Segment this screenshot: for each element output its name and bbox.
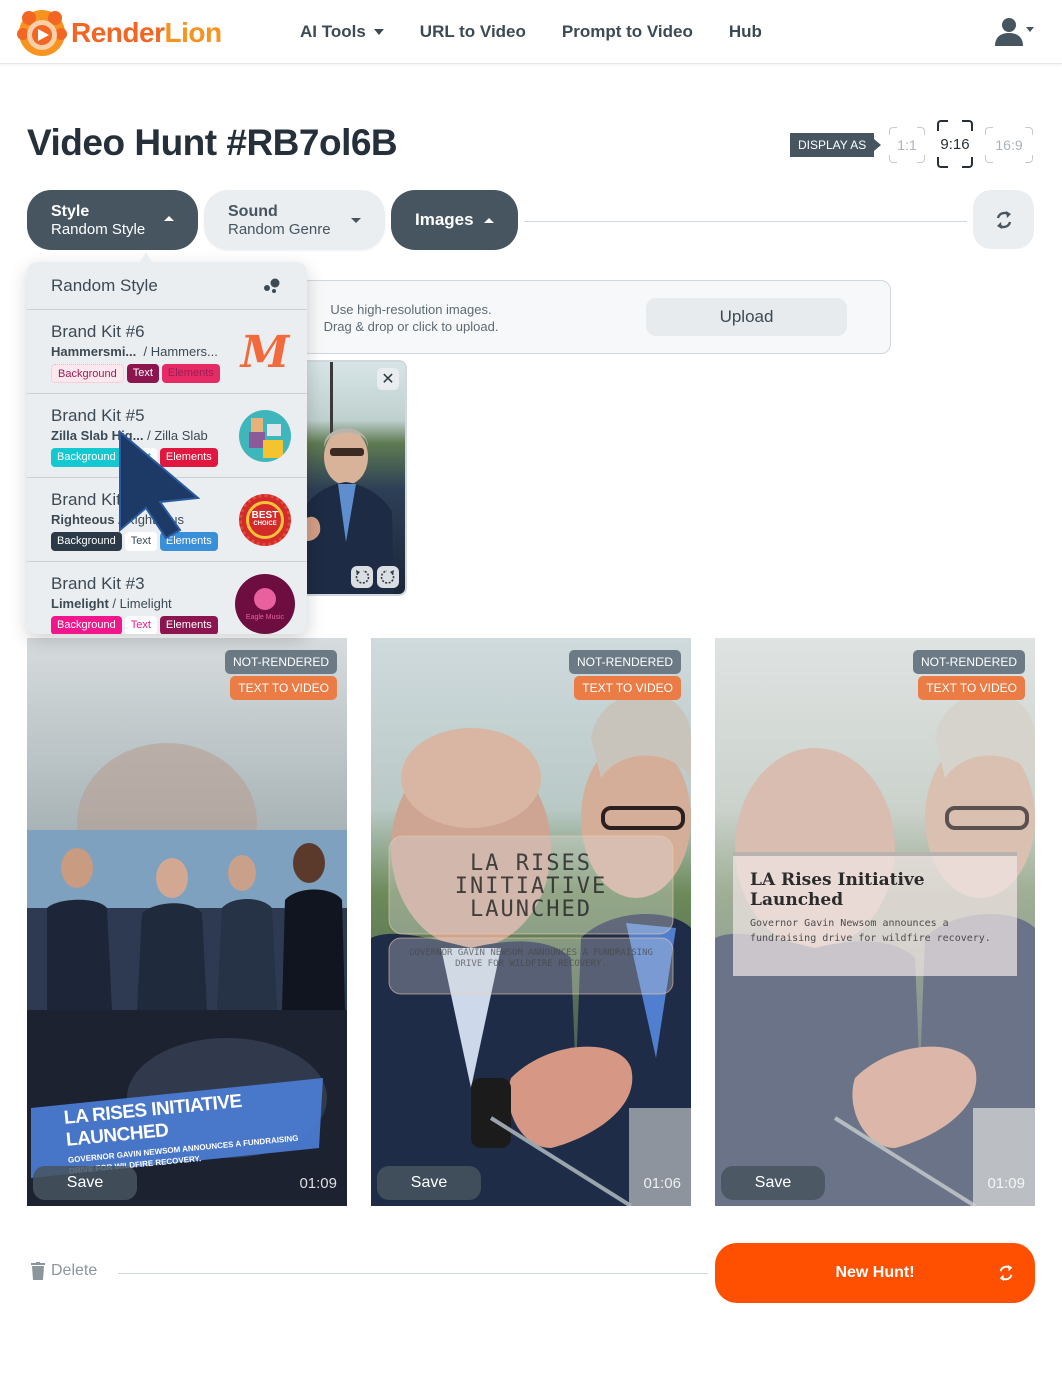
style-option-brand-kit-3[interactable]: Brand Kit #3 Limelight / Limelight Backg…: [27, 562, 307, 634]
m-script-logo-icon: M: [240, 326, 290, 378]
save-video-button[interactable]: Save: [721, 1166, 825, 1200]
render-status-badge: NOT-RENDERED: [912, 650, 1025, 674]
video-card[interactable]: LA RISES INITIATIVE LAUNCHED GOVERNOR GA…: [27, 638, 347, 1206]
ratio-16-9-button[interactable]: 16:9: [985, 127, 1033, 163]
tag-elements: Elements: [159, 616, 218, 634]
caret-up-icon: [484, 218, 494, 223]
top-nav-bar: RenderLion AI Tools URL to Video Prompt …: [0, 0, 1062, 64]
display-as-label: DISPLAY AS: [790, 133, 882, 157]
image-upload-dropzone[interactable]: Use high-resolution images. Drag & drop …: [300, 280, 891, 354]
nav-url-to-video[interactable]: URL to Video: [420, 22, 526, 42]
video-duration: 01:09: [299, 1175, 337, 1192]
tag-background: Background: [51, 616, 122, 634]
upload-button[interactable]: Upload: [646, 298, 847, 336]
video-type-badge: TEXT TO VIDEO: [574, 676, 681, 700]
shuffle-options-button[interactable]: [973, 190, 1034, 249]
tag-text: Text: [126, 364, 159, 383]
caret-down-icon: [1026, 27, 1034, 32]
best-choice-badge-icon: BEST CHOICE: [239, 494, 291, 546]
ratio-9-16-button[interactable]: 9:16: [937, 120, 973, 168]
caret-down-icon: [351, 218, 361, 223]
video-type-badge: TEXT TO VIDEO: [230, 676, 337, 700]
eagle-music-logo-icon: Eagle Music: [235, 574, 295, 634]
user-icon: [995, 18, 1023, 46]
rotate-left-button[interactable]: [351, 566, 373, 588]
brand-name: RenderLion: [71, 17, 222, 48]
tag-elements: Elements: [161, 364, 220, 383]
tag-text: Text: [124, 616, 157, 634]
ratio-1-1-button[interactable]: 1:1: [889, 127, 925, 163]
video-duration: 01:06: [643, 1175, 681, 1192]
renderlion-logo[interactable]: RenderLion: [17, 8, 222, 58]
render-status-badge: NOT-RENDERED: [224, 650, 337, 674]
divider: [524, 221, 967, 222]
upload-hint: Use high-resolution images. Drag & drop …: [323, 302, 499, 334]
close-icon: ✕: [381, 371, 395, 388]
trash-icon: [31, 1262, 45, 1280]
user-menu[interactable]: [994, 16, 1034, 46]
nav-ai-tools[interactable]: AI Tools: [300, 22, 384, 42]
main-nav: AI Tools URL to Video Prompt to Video Hu…: [300, 0, 798, 64]
office-worker-logo-icon: [239, 410, 291, 462]
style-option-random[interactable]: Random Style: [27, 262, 307, 310]
tag-background: Background: [51, 532, 122, 551]
rotate-right-icon: [380, 570, 395, 584]
video-type-badge: TEXT TO VIDEO: [918, 676, 1025, 700]
random-dots-icon: [264, 278, 280, 293]
page-title: Video Hunt #RB7ol6B: [27, 122, 398, 163]
video-card[interactable]: LA RISES INITIATIVE LAUNCHED GOVERNOR GA…: [371, 638, 691, 1206]
tag-background: Background: [51, 364, 124, 383]
video-overlay-headline: LA Rises Initiative Launched: [750, 870, 925, 910]
nav-hub[interactable]: Hub: [729, 22, 762, 42]
video-card[interactable]: LA Rises Initiative Launched Governor Ga…: [715, 638, 1035, 1206]
nav-prompt-to-video[interactable]: Prompt to Video: [562, 22, 693, 42]
video-overlay-headline: LA RISES INITIATIVE LAUNCHED: [454, 851, 608, 922]
save-video-button[interactable]: Save: [33, 1166, 137, 1200]
uploaded-photo: [302, 362, 405, 594]
delete-hunt-button[interactable]: Delete: [31, 1262, 97, 1280]
caret-down-icon: [373, 29, 384, 35]
dropdown-pointer: [140, 252, 152, 262]
video-overlay-subtext: GOVERNOR GAVIN NEWSOM ANNOUNCES A FUNDRA…: [409, 948, 653, 969]
style-option-brand-kit-6[interactable]: Brand Kit #6 Hammersmi... / Hammers... B…: [27, 310, 307, 394]
caret-up-icon: [164, 216, 174, 221]
video-duration: 01:09: [987, 1175, 1025, 1192]
sound-dropdown-button[interactable]: Sound Random Genre: [204, 190, 385, 250]
save-video-button[interactable]: Save: [377, 1166, 481, 1200]
render-status-badge: NOT-RENDERED: [568, 650, 681, 674]
new-hunt-button[interactable]: New Hunt!: [715, 1243, 1035, 1303]
video-preview-image: [371, 638, 691, 1206]
rotate-left-icon: [355, 570, 370, 584]
style-dropdown-button[interactable]: Style Random Style: [27, 190, 198, 250]
remove-image-button[interactable]: ✕: [377, 368, 399, 390]
video-overlay-subtext: Governor Gavin Newsom announces a fundra…: [750, 918, 991, 944]
rotate-right-button[interactable]: [377, 566, 399, 588]
refresh-icon: [996, 210, 1011, 229]
refresh-icon: [999, 1264, 1013, 1282]
uploaded-image-thumbnail: ✕: [300, 360, 407, 596]
lion-play-logo-icon: [17, 10, 67, 56]
tag-background: Background: [51, 448, 122, 467]
mouse-cursor-icon: [119, 430, 200, 540]
divider: [118, 1273, 708, 1274]
images-dropdown-button[interactable]: Images: [391, 190, 518, 250]
